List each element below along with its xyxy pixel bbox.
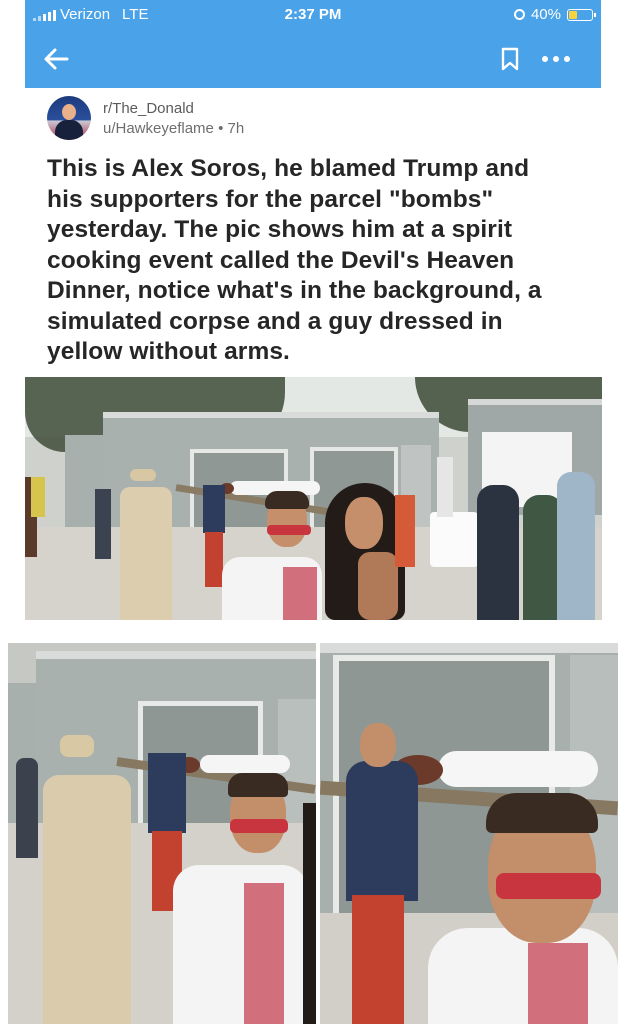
subreddit-link[interactable]: r/The_Donald — [103, 99, 244, 119]
status-bar: Verizon LTE 2:37 PM 40% — [25, 0, 601, 30]
meta-separator: • — [218, 120, 224, 137]
more-dots-icon[interactable] — [539, 47, 573, 71]
post-age: 7h — [227, 120, 245, 137]
battery-icon — [567, 8, 596, 21]
post-meta: r/The_Donald u/Hawkeyeflame • 7h — [103, 99, 244, 139]
back-arrow-icon[interactable] — [41, 44, 71, 74]
post-image-wide[interactable] — [25, 377, 602, 620]
battery-percent: 40% — [530, 6, 561, 23]
author-link[interactable]: u/Hawkeyeflame — [103, 120, 214, 137]
post-image-zoomed[interactable] — [8, 643, 618, 1024]
top-nav-bar — [25, 30, 601, 88]
author-line: u/Hawkeyeflame • 7h — [103, 119, 244, 139]
alarm-icon — [513, 9, 525, 20]
subreddit-avatar[interactable] — [47, 96, 91, 140]
bookmark-icon[interactable] — [499, 47, 521, 71]
post-title: This is Alex Soros, he blamed Trump and … — [47, 155, 542, 365]
battery-area: 40% — [513, 6, 596, 23]
